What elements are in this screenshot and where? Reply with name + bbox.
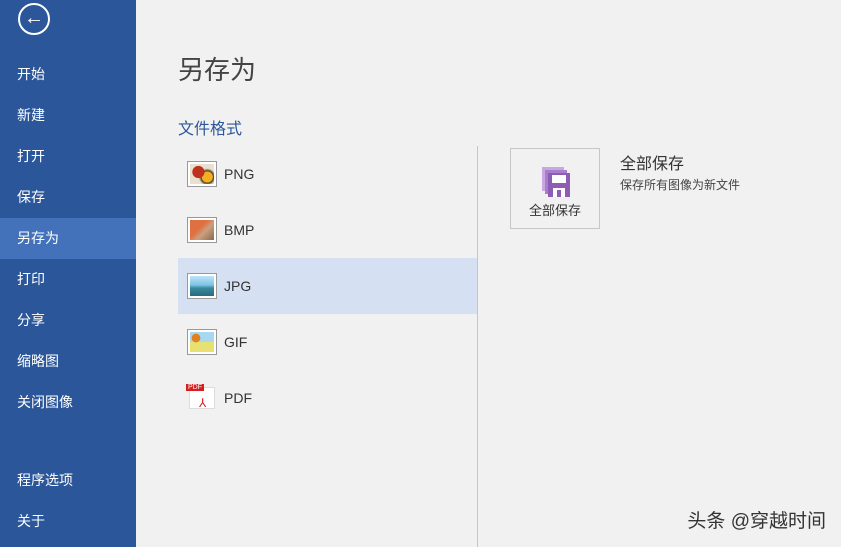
save-all-button[interactable]: 全部保存 xyxy=(510,148,600,229)
nav-thumbnails[interactable]: 缩略图 xyxy=(0,341,136,382)
gif-image-icon xyxy=(187,329,217,355)
divider xyxy=(477,146,478,547)
nav-new[interactable]: 新建 xyxy=(0,95,136,136)
nav-options[interactable]: 程序选项 xyxy=(0,460,136,501)
format-pdf[interactable]: PDF ⅄ PDF xyxy=(178,370,477,426)
nav-close-image[interactable]: 关闭图像 xyxy=(0,382,136,423)
nav-open[interactable]: 打开 xyxy=(0,136,136,177)
nav-about[interactable]: 关于 xyxy=(0,501,136,542)
bmp-image-icon xyxy=(187,217,217,243)
save-all-title: 全部保存 xyxy=(620,156,685,173)
nav-start[interactable]: 开始 xyxy=(0,54,136,95)
nav-save[interactable]: 保存 xyxy=(0,177,136,218)
format-png[interactable]: PNG xyxy=(178,146,477,202)
format-list: PNG BMP JPG GIF PDF ⅄ PDF xyxy=(178,146,477,426)
sidebar: ← 开始 新建 打开 保存 另存为 打印 分享 缩略图 关闭图像 程序选项 关于 xyxy=(0,0,136,547)
pdf-icon: PDF ⅄ xyxy=(186,384,217,411)
format-label: PDF xyxy=(224,390,252,406)
nav-print[interactable]: 打印 xyxy=(0,259,136,300)
format-bmp[interactable]: BMP xyxy=(178,202,477,258)
save-disk-icon xyxy=(542,167,570,197)
format-label: GIF xyxy=(224,334,248,350)
back-arrow-icon[interactable]: ← xyxy=(18,3,50,35)
format-label: PNG xyxy=(224,166,255,182)
jpg-image-icon xyxy=(187,273,217,299)
format-label: JPG xyxy=(224,278,252,294)
nav-share[interactable]: 分享 xyxy=(0,300,136,341)
save-all-label: 全部保存 xyxy=(528,203,581,218)
format-jpg[interactable]: JPG xyxy=(178,258,477,314)
page-title: 另存为 xyxy=(178,55,257,85)
save-all-description: 保存所有图像为新文件 xyxy=(620,178,741,192)
format-label: BMP xyxy=(224,222,255,238)
section-heading: 文件格式 xyxy=(178,121,243,138)
nav-save-as[interactable]: 另存为 xyxy=(0,218,136,259)
format-gif[interactable]: GIF xyxy=(178,314,477,370)
watermark: 头条 @穿越时间 xyxy=(687,511,826,532)
png-image-icon xyxy=(187,161,217,187)
